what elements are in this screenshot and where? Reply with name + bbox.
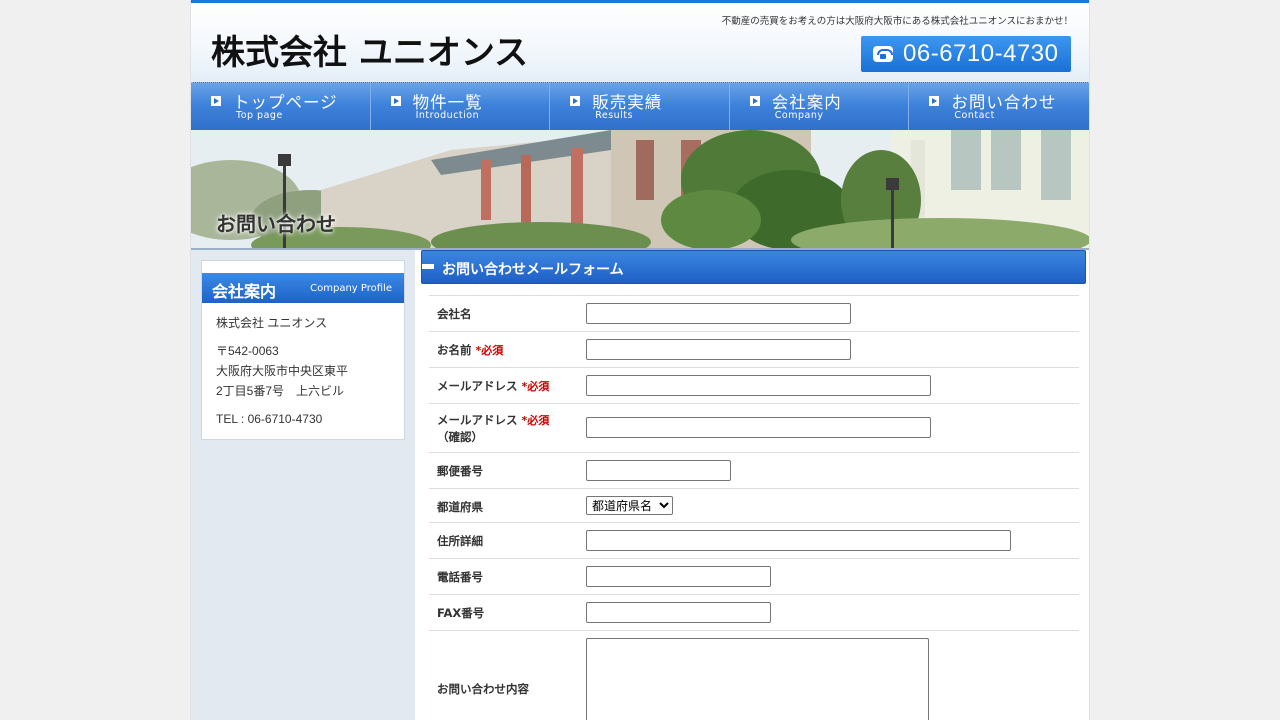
site-header: 株式会社 ユニオンス 不動産の売買をお考えの方は大阪府大阪市にある株式会社ユニオ… [191,0,1089,82]
form-title: お問い合わせメールフォーム [442,262,624,278]
email-confirm-field[interactable] [586,417,931,438]
header-tagline: 不動産の売買をお考えの方は大阪府大阪市にある株式会社ユニオンスにおまかせ！ [721,16,1073,27]
nav-item-company[interactable]: 会社案内 Company [730,83,910,131]
company-profile-body: 株式会社 ユニオンス 〒542-0063 大阪府大阪市中央区東平 2丁目5番7号… [216,313,348,437]
form-row-company: 会社名 [429,296,1079,332]
fax-field[interactable] [586,602,771,623]
field-label: 会社名 [437,307,472,321]
nav-sublabel: Company [774,110,824,121]
field-label: メールアドレス *必須 [437,379,550,393]
hero-banner: お問い合わせ [191,130,1089,250]
form-row-email: メールアドレス *必須 [429,368,1079,404]
postal-code-field[interactable] [586,460,731,481]
company-address: 〒542-0063 大阪府大阪市中央区東平 2丁目5番7号 上六ビル [216,341,348,401]
prefecture-select[interactable]: 都道府県名 [586,496,673,515]
nav-sublabel: Results [595,110,633,121]
postal-code: 〒542-0063 [216,344,279,358]
heading-label: 会社案内 [212,282,277,301]
form-row-email-confirm: メールアドレス *必須 （確認） [429,404,1079,453]
field-label: 都道府県 [437,500,483,514]
required-mark: *必須 [521,380,550,393]
form-row-phone: 電話番号 [429,559,1079,595]
company-profile-box: 会社案内 Company Profile 株式会社 ユニオンス 〒542-006… [201,260,405,440]
arrow-right-icon [749,96,760,106]
nav-item-properties[interactable]: 物件一覧 Introduction [371,83,551,131]
site-logo[interactable]: 株式会社 ユニオンス [211,25,528,74]
company-profile-heading: 会社案内 Company Profile [202,273,404,303]
arrow-right-icon [211,96,221,106]
telephone-icon [873,46,893,62]
field-label: 住所詳細 [437,534,483,548]
page-wrapper: 株式会社 ユニオンス 不動産の売買をお考えの方は大阪府大阪市にある株式会社ユニオ… [190,0,1090,720]
field-label: 郵便番号 [437,464,483,478]
contact-form: 会社名 お名前 *必須 メールアドレス *必須 メールアドレス *必須 （確認） 郵便番… [429,295,1079,720]
nav-item-top[interactable]: トップページ Top page [191,83,371,131]
nav-sublabel: Contact [954,110,995,121]
email-field[interactable] [586,375,931,396]
arrow-right-icon [570,96,581,106]
address-line-1: 大阪府大阪市中央区東平 [216,364,349,378]
required-mark: *必須 [475,344,504,357]
company-tel: TEL : 06-6710-4730 [216,412,323,426]
field-label: 電話番号 [437,570,483,584]
form-row-prefecture: 都道府県 都道府県名 [429,489,1079,523]
company-name: 株式会社 ユニオンス [216,316,328,330]
address-line-2: 2丁目5番7号 上六ビル [216,384,345,398]
form-row-inquiry: お問い合わせ内容 [429,631,1079,720]
main-content: お問い合わせメールフォーム 会社名 お名前 *必須 メールアドレス *必須 メールア… [421,250,1086,720]
field-label: お名前 *必須 [437,343,504,357]
phone-number: 06-6710-4730 [903,40,1059,67]
form-row-name: お名前 *必須 [429,332,1079,368]
field-label: FAX番号 [437,606,485,620]
address-field[interactable] [586,530,1011,551]
form-row-address: 住所詳細 [429,523,1079,559]
title-bar-icon [422,264,434,269]
field-label: お問い合わせ内容 [437,682,529,696]
arrow-right-icon [929,96,940,106]
nav-item-contact[interactable]: お問い合わせ Contact [909,83,1089,131]
inquiry-textarea[interactable] [586,638,929,720]
name-field[interactable] [586,339,851,360]
global-nav: トップページ Top page 物件一覧 Introduction 販売実績 R… [191,82,1089,131]
nav-sublabel: Top page [236,110,283,121]
nav-sublabel: Introduction [415,110,480,121]
phone-banner: 06-6710-4730 [861,36,1071,72]
company-field[interactable] [586,303,851,324]
form-row-fax: FAX番号 [429,595,1079,631]
arrow-right-icon [390,96,401,106]
heading-sublabel: Company Profile [310,283,392,294]
form-title-bar: お問い合わせメールフォーム [421,250,1086,284]
page-title: お問い合わせ [216,212,336,236]
required-mark: *必須 [521,414,550,427]
sidebar: 会社案内 Company Profile 株式会社 ユニオンス 〒542-006… [191,250,415,720]
form-row-postal: 郵便番号 [429,453,1079,489]
field-label: メールアドレス *必須 （確認） [437,413,550,444]
phone-field[interactable] [586,566,771,587]
nav-item-results[interactable]: 販売実績 Results [550,83,730,131]
